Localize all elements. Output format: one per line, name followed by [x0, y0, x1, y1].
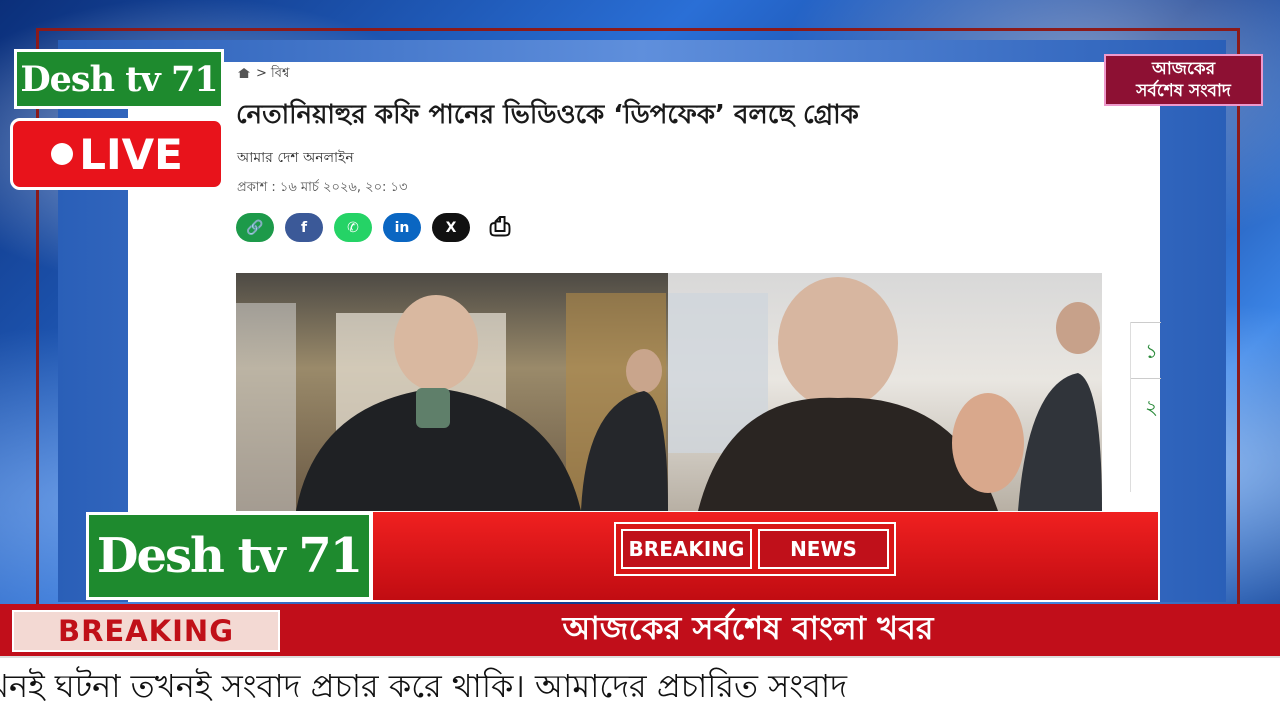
live-label: LIVE: [79, 129, 183, 179]
link-icon[interactable]: 🔗: [236, 213, 274, 242]
facebook-icon[interactable]: f: [285, 213, 323, 242]
news-word: NEWS: [758, 529, 889, 569]
ticker-text: খনই ঘটনা তখনই সংবাদ প্রচার করে থাকি। আমা…: [0, 667, 848, 705]
article-headline: নেতানিয়াহুর কফি পানের ভিডিওকে ‘ডিপফেক’ …: [236, 100, 859, 130]
news-ticker: খনই ঘটনা তখনই সংবাদ প্রচার করে থাকি। আমা…: [0, 662, 1280, 714]
breadcrumb-category[interactable]: > বিশ্ব: [256, 66, 289, 81]
breaking-tag: BREAKING: [12, 610, 280, 652]
photo-right-panel: [668, 273, 1102, 511]
badge-line-2: সর্বশেষ সংবাদ: [1136, 81, 1231, 101]
whatsapp-icon[interactable]: ✆: [334, 213, 372, 242]
share-bar: 🔗 f ✆ in X ⎙: [236, 212, 519, 242]
photo-left-panel: [236, 273, 668, 511]
side-list-number[interactable]: ২: [1131, 378, 1161, 434]
lower-third-title: আজকের সর্বশেষ বাংলা খবর: [562, 609, 934, 647]
article-date: প্রকাশ : ১৬ মার্চ ২০২৬, ২০: ১৩: [237, 180, 408, 195]
live-badge: LIVE: [10, 118, 224, 190]
x-icon[interactable]: X: [432, 213, 470, 242]
live-dot-icon: [51, 143, 74, 165]
breaking-word: BREAKING: [621, 529, 752, 569]
breadcrumb[interactable]: > বিশ্ব: [238, 64, 289, 85]
channel-logo-bottom: Desh tv 71: [86, 512, 372, 600]
side-list: ১ ২: [1130, 322, 1161, 492]
print-icon[interactable]: ⎙: [481, 212, 519, 242]
breaking-news-label: BREAKING NEWS: [614, 522, 896, 576]
article-author: আমার দেশ অনলাইন: [237, 150, 354, 166]
linkedin-icon[interactable]: in: [383, 213, 421, 242]
photo-right-figure: [668, 277, 1102, 511]
home-icon[interactable]: [238, 68, 250, 78]
latest-news-badge: আজকের সর্বশেষ সংবাদ: [1104, 54, 1263, 106]
channel-logo-top: Desh tv 71: [14, 49, 224, 109]
side-list-number[interactable]: ১: [1131, 322, 1161, 378]
badge-line-1: আজকের: [1151, 59, 1216, 79]
article-photo: [236, 273, 1102, 511]
photo-left-figure: [236, 293, 668, 511]
